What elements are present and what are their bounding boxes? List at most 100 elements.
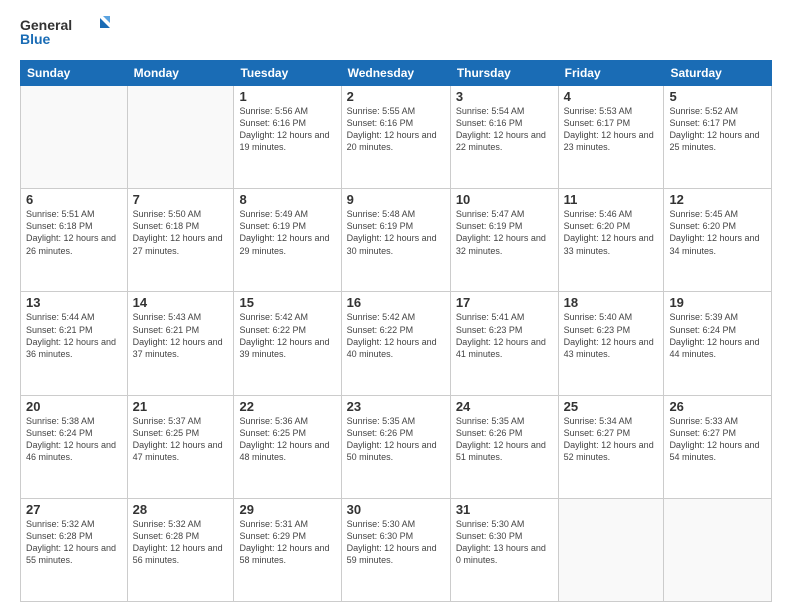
- day-number: 22: [239, 399, 335, 414]
- weekday-header-cell: Friday: [558, 61, 664, 86]
- calendar-day-cell: 21Sunrise: 5:37 AM Sunset: 6:25 PM Dayli…: [127, 395, 234, 498]
- svg-text:Blue: Blue: [20, 31, 51, 47]
- logo-mark: General Blue: [20, 16, 110, 52]
- day-info: Sunrise: 5:33 AM Sunset: 6:27 PM Dayligh…: [669, 415, 766, 464]
- day-info: Sunrise: 5:38 AM Sunset: 6:24 PM Dayligh…: [26, 415, 122, 464]
- weekday-header-row: SundayMondayTuesdayWednesdayThursdayFrid…: [21, 61, 772, 86]
- calendar-day-cell: 14Sunrise: 5:43 AM Sunset: 6:21 PM Dayli…: [127, 292, 234, 395]
- day-number: 2: [347, 89, 445, 104]
- day-info: Sunrise: 5:30 AM Sunset: 6:30 PM Dayligh…: [347, 518, 445, 567]
- calendar-day-cell: [127, 86, 234, 189]
- day-info: Sunrise: 5:35 AM Sunset: 6:26 PM Dayligh…: [456, 415, 553, 464]
- weekday-header-cell: Sunday: [21, 61, 128, 86]
- weekday-header-cell: Tuesday: [234, 61, 341, 86]
- calendar-day-cell: 23Sunrise: 5:35 AM Sunset: 6:26 PM Dayli…: [341, 395, 450, 498]
- calendar-day-cell: 26Sunrise: 5:33 AM Sunset: 6:27 PM Dayli…: [664, 395, 772, 498]
- calendar-day-cell: 18Sunrise: 5:40 AM Sunset: 6:23 PM Dayli…: [558, 292, 664, 395]
- day-info: Sunrise: 5:32 AM Sunset: 6:28 PM Dayligh…: [26, 518, 122, 567]
- day-number: 10: [456, 192, 553, 207]
- logo: General Blue: [20, 16, 110, 52]
- day-number: 20: [26, 399, 122, 414]
- calendar-week-row: 27Sunrise: 5:32 AM Sunset: 6:28 PM Dayli…: [21, 498, 772, 601]
- day-info: Sunrise: 5:36 AM Sunset: 6:25 PM Dayligh…: [239, 415, 335, 464]
- weekday-header-cell: Monday: [127, 61, 234, 86]
- calendar-week-row: 20Sunrise: 5:38 AM Sunset: 6:24 PM Dayli…: [21, 395, 772, 498]
- day-number: 7: [133, 192, 229, 207]
- day-number: 3: [456, 89, 553, 104]
- day-info: Sunrise: 5:53 AM Sunset: 6:17 PM Dayligh…: [564, 105, 659, 154]
- weekday-header-cell: Thursday: [450, 61, 558, 86]
- calendar-day-cell: 25Sunrise: 5:34 AM Sunset: 6:27 PM Dayli…: [558, 395, 664, 498]
- calendar-day-cell: 29Sunrise: 5:31 AM Sunset: 6:29 PM Dayli…: [234, 498, 341, 601]
- day-number: 28: [133, 502, 229, 517]
- calendar-day-cell: 11Sunrise: 5:46 AM Sunset: 6:20 PM Dayli…: [558, 189, 664, 292]
- calendar-day-cell: 19Sunrise: 5:39 AM Sunset: 6:24 PM Dayli…: [664, 292, 772, 395]
- calendar-day-cell: 8Sunrise: 5:49 AM Sunset: 6:19 PM Daylig…: [234, 189, 341, 292]
- calendar-day-cell: 16Sunrise: 5:42 AM Sunset: 6:22 PM Dayli…: [341, 292, 450, 395]
- day-number: 8: [239, 192, 335, 207]
- day-info: Sunrise: 5:35 AM Sunset: 6:26 PM Dayligh…: [347, 415, 445, 464]
- day-number: 17: [456, 295, 553, 310]
- calendar-day-cell: 20Sunrise: 5:38 AM Sunset: 6:24 PM Dayli…: [21, 395, 128, 498]
- calendar-day-cell: 2Sunrise: 5:55 AM Sunset: 6:16 PM Daylig…: [341, 86, 450, 189]
- day-info: Sunrise: 5:55 AM Sunset: 6:16 PM Dayligh…: [347, 105, 445, 154]
- day-number: 9: [347, 192, 445, 207]
- day-number: 27: [26, 502, 122, 517]
- day-info: Sunrise: 5:34 AM Sunset: 6:27 PM Dayligh…: [564, 415, 659, 464]
- weekday-header-cell: Saturday: [664, 61, 772, 86]
- calendar-day-cell: 24Sunrise: 5:35 AM Sunset: 6:26 PM Dayli…: [450, 395, 558, 498]
- day-number: 29: [239, 502, 335, 517]
- calendar-day-cell: 15Sunrise: 5:42 AM Sunset: 6:22 PM Dayli…: [234, 292, 341, 395]
- day-info: Sunrise: 5:56 AM Sunset: 6:16 PM Dayligh…: [239, 105, 335, 154]
- day-info: Sunrise: 5:32 AM Sunset: 6:28 PM Dayligh…: [133, 518, 229, 567]
- day-number: 31: [456, 502, 553, 517]
- calendar-day-cell: 12Sunrise: 5:45 AM Sunset: 6:20 PM Dayli…: [664, 189, 772, 292]
- day-info: Sunrise: 5:51 AM Sunset: 6:18 PM Dayligh…: [26, 208, 122, 257]
- day-number: 24: [456, 399, 553, 414]
- calendar-day-cell: 1Sunrise: 5:56 AM Sunset: 6:16 PM Daylig…: [234, 86, 341, 189]
- calendar-day-cell: [558, 498, 664, 601]
- day-info: Sunrise: 5:41 AM Sunset: 6:23 PM Dayligh…: [456, 311, 553, 360]
- calendar-day-cell: 27Sunrise: 5:32 AM Sunset: 6:28 PM Dayli…: [21, 498, 128, 601]
- day-number: 21: [133, 399, 229, 414]
- calendar: SundayMondayTuesdayWednesdayThursdayFrid…: [20, 60, 772, 602]
- day-number: 25: [564, 399, 659, 414]
- day-number: 18: [564, 295, 659, 310]
- calendar-day-cell: 22Sunrise: 5:36 AM Sunset: 6:25 PM Dayli…: [234, 395, 341, 498]
- day-number: 19: [669, 295, 766, 310]
- calendar-day-cell: 28Sunrise: 5:32 AM Sunset: 6:28 PM Dayli…: [127, 498, 234, 601]
- calendar-week-row: 1Sunrise: 5:56 AM Sunset: 6:16 PM Daylig…: [21, 86, 772, 189]
- day-number: 11: [564, 192, 659, 207]
- calendar-day-cell: 4Sunrise: 5:53 AM Sunset: 6:17 PM Daylig…: [558, 86, 664, 189]
- day-number: 12: [669, 192, 766, 207]
- day-number: 14: [133, 295, 229, 310]
- day-number: 15: [239, 295, 335, 310]
- calendar-day-cell: 17Sunrise: 5:41 AM Sunset: 6:23 PM Dayli…: [450, 292, 558, 395]
- calendar-day-cell: [664, 498, 772, 601]
- day-number: 6: [26, 192, 122, 207]
- day-number: 26: [669, 399, 766, 414]
- calendar-day-cell: 7Sunrise: 5:50 AM Sunset: 6:18 PM Daylig…: [127, 189, 234, 292]
- header: General Blue: [20, 16, 772, 52]
- calendar-day-cell: 6Sunrise: 5:51 AM Sunset: 6:18 PM Daylig…: [21, 189, 128, 292]
- day-info: Sunrise: 5:46 AM Sunset: 6:20 PM Dayligh…: [564, 208, 659, 257]
- day-number: 16: [347, 295, 445, 310]
- calendar-day-cell: 3Sunrise: 5:54 AM Sunset: 6:16 PM Daylig…: [450, 86, 558, 189]
- day-number: 23: [347, 399, 445, 414]
- day-info: Sunrise: 5:43 AM Sunset: 6:21 PM Dayligh…: [133, 311, 229, 360]
- calendar-day-cell: 13Sunrise: 5:44 AM Sunset: 6:21 PM Dayli…: [21, 292, 128, 395]
- day-number: 13: [26, 295, 122, 310]
- day-number: 4: [564, 89, 659, 104]
- calendar-day-cell: 9Sunrise: 5:48 AM Sunset: 6:19 PM Daylig…: [341, 189, 450, 292]
- calendar-day-cell: 10Sunrise: 5:47 AM Sunset: 6:19 PM Dayli…: [450, 189, 558, 292]
- day-info: Sunrise: 5:49 AM Sunset: 6:19 PM Dayligh…: [239, 208, 335, 257]
- day-info: Sunrise: 5:47 AM Sunset: 6:19 PM Dayligh…: [456, 208, 553, 257]
- day-info: Sunrise: 5:40 AM Sunset: 6:23 PM Dayligh…: [564, 311, 659, 360]
- calendar-day-cell: [21, 86, 128, 189]
- calendar-day-cell: 5Sunrise: 5:52 AM Sunset: 6:17 PM Daylig…: [664, 86, 772, 189]
- weekday-header-cell: Wednesday: [341, 61, 450, 86]
- day-info: Sunrise: 5:31 AM Sunset: 6:29 PM Dayligh…: [239, 518, 335, 567]
- day-info: Sunrise: 5:37 AM Sunset: 6:25 PM Dayligh…: [133, 415, 229, 464]
- day-number: 1: [239, 89, 335, 104]
- day-number: 30: [347, 502, 445, 517]
